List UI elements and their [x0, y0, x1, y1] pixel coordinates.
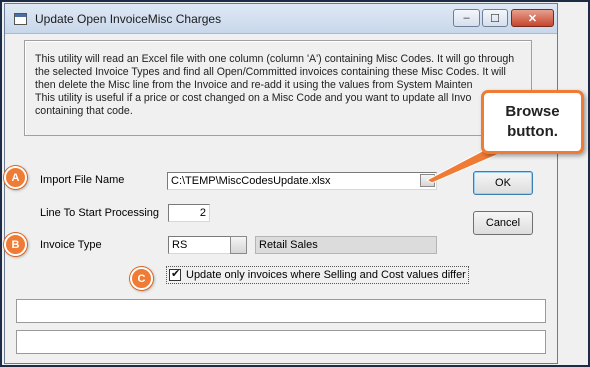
window-title: Update Open InvoiceMisc Charges [35, 12, 222, 26]
annotation-badge-c: C [130, 267, 153, 290]
browse-callout: Browse button. [481, 90, 584, 154]
update-checkbox[interactable] [169, 267, 181, 281]
description-line: This utility is useful if a price or cos… [35, 92, 472, 104]
cancel-button[interactable]: Cancel [473, 211, 533, 235]
annotation-badge-a: A [4, 166, 27, 189]
import-file-input[interactable]: C:\TEMP\MiscCodesUpdate.xlsx [167, 172, 437, 190]
description-line: then delete the Misc line from the Invoi… [35, 79, 473, 91]
maximize-button[interactable]: ☐ [482, 9, 508, 27]
close-button[interactable]: ✕ [511, 9, 554, 27]
callout-line-1: Browse [505, 103, 560, 120]
description-line: containing that code. [35, 105, 133, 117]
callout-line-2: button. [507, 123, 558, 140]
description-line: the selected Invoice Types and find all … [35, 66, 506, 78]
update-checkbox-label: Update only invoices where Selling and C… [186, 269, 466, 281]
invoice-type-input[interactable]: RS [168, 236, 231, 254]
invoice-type-description: Retail Sales [255, 236, 437, 254]
annotation-badge-b: B [4, 233, 27, 256]
minimize-button[interactable]: – [453, 9, 480, 27]
line-start-input[interactable]: 2 [168, 204, 210, 222]
import-file-label: Import File Name [40, 174, 125, 186]
line-start-label: Line To Start Processing [40, 207, 160, 219]
app-window-icon [14, 13, 27, 25]
status-bar-1 [16, 299, 546, 323]
invoice-type-label: Invoice Type [40, 239, 102, 251]
title-bar[interactable]: Update Open InvoiceMisc Charges – ☐ ✕ [5, 4, 557, 34]
status-bar-2 [16, 330, 546, 354]
description-line: This utility will read an Excel file wit… [35, 53, 515, 65]
invoice-type-lookup-button[interactable] [230, 236, 247, 254]
browse-button[interactable] [420, 174, 435, 187]
ok-button[interactable]: OK [473, 171, 533, 195]
description-panel: This utility will read an Excel file wit… [24, 40, 532, 136]
update-checkbox-row[interactable]: Update only invoices where Selling and C… [166, 266, 469, 284]
